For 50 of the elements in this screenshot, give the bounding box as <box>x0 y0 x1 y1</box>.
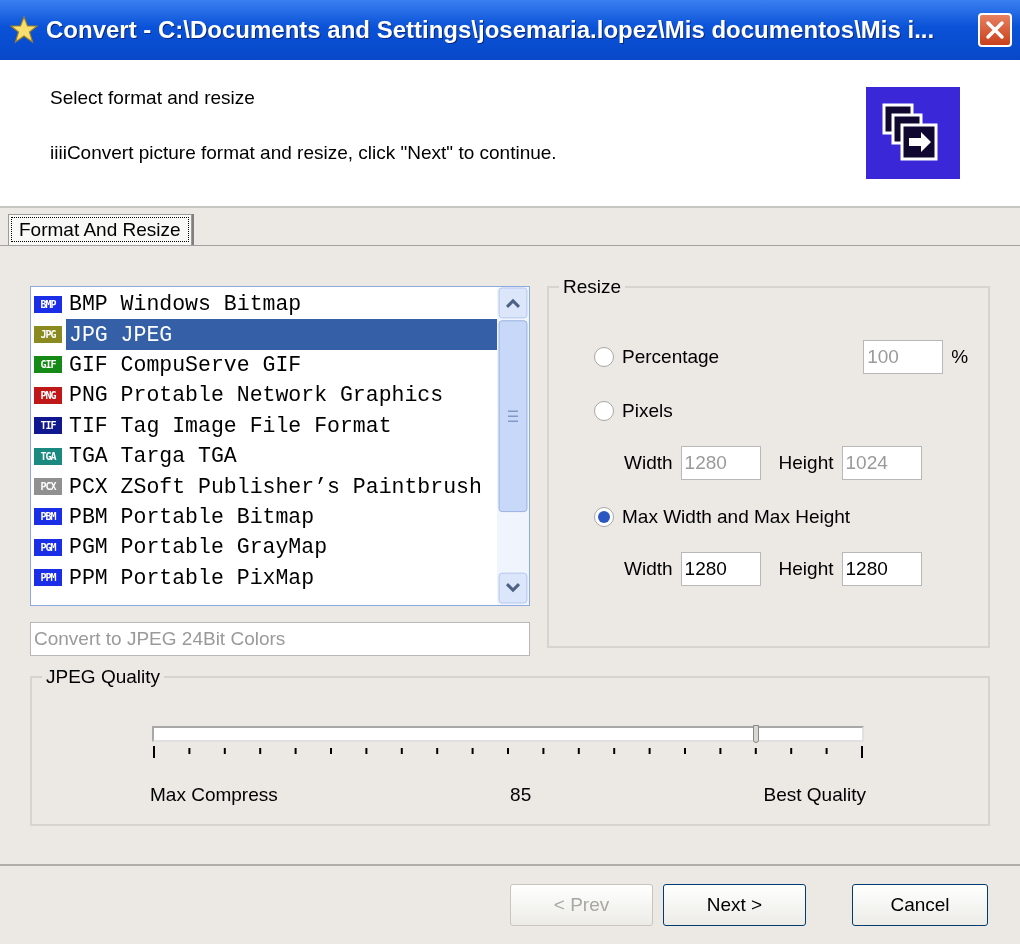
slider-thumb[interactable] <box>752 725 759 743</box>
list-item[interactable]: TIF Tag Image File Format <box>66 410 497 441</box>
radio-button[interactable] <box>594 401 614 421</box>
number-field[interactable]: 1280 <box>841 552 922 586</box>
list-item[interactable]: PNG Protable Network Graphics <box>66 380 497 411</box>
list-item[interactable]: JPG JPEG <box>66 319 497 350</box>
radio-button[interactable] <box>594 347 614 367</box>
dialog-button[interactable]: Cancel <box>852 884 988 926</box>
format-badge: JPG <box>34 326 62 344</box>
format-badge: PPM <box>34 569 62 587</box>
header-title: Select format and resize <box>50 86 256 109</box>
close-icon <box>984 19 1006 41</box>
list-item[interactable]: PPM Portable PixMap <box>66 562 497 593</box>
quality-value: 85 <box>510 784 532 806</box>
list-item[interactable]: GIF CompuServe GIF <box>66 349 497 381</box>
number-field[interactable]: 1280 <box>680 552 761 586</box>
slider-track[interactable] <box>152 726 864 742</box>
format-badge: PNG <box>34 386 62 404</box>
field-label: Width <box>624 452 673 474</box>
unit-label: % <box>951 346 969 368</box>
field-label: Height <box>778 558 834 580</box>
format-list[interactable] <box>30 286 530 606</box>
format-badge: PGM <box>34 538 62 556</box>
format-badge: BMP <box>34 295 62 313</box>
option-label: Percentage <box>622 346 720 368</box>
min-label: Max Compress <box>150 784 278 806</box>
list-item[interactable]: PBM Portable Bitmap <box>66 501 497 533</box>
option-label: Pixels <box>622 400 673 422</box>
list-item[interactable]: PGM Portable GrayMap <box>66 532 497 563</box>
radio-button[interactable] <box>594 507 614 527</box>
format-badge: TGA <box>34 447 62 465</box>
list-item[interactable]: TGA Targa TGA <box>66 440 497 472</box>
star-icon <box>10 16 38 44</box>
field-label: Width <box>624 558 673 580</box>
format-badge: PCX <box>34 478 62 496</box>
list-item[interactable]: BMP Windows Bitmap <box>66 289 497 320</box>
scrollbar[interactable] <box>498 287 528 605</box>
option-label: Max Width and Max Height <box>622 506 851 528</box>
list-item[interactable]: PCX ZSoft Publisher’s Paintbrush <box>66 471 497 502</box>
header-description: iiiiConvert picture format and resize, click "Next" to continue. <box>50 141 558 164</box>
format-badge: TIF <box>34 417 62 435</box>
dialog-button[interactable]: Next > <box>663 884 806 926</box>
window-title: Convert - C:\Documents and Settings\josemaria.lopez\Mis documentos\Mis i... <box>46 16 936 44</box>
max-label: Best Quality <box>763 784 866 806</box>
format-badge: GIF <box>34 356 62 374</box>
close-button[interactable] <box>978 13 1012 47</box>
format-badge: PBM <box>34 508 62 526</box>
field-label: Height <box>778 452 834 474</box>
convert-icon <box>866 87 960 179</box>
tab[interactable]: Format And Resize <box>8 214 192 245</box>
